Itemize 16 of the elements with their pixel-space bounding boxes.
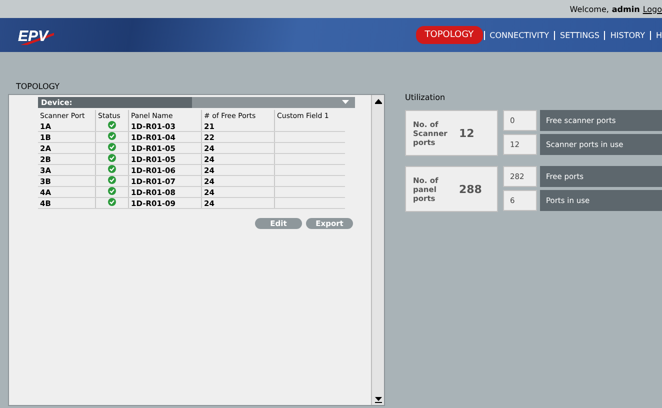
user-name: admin [612,4,640,14]
total-value: 12 [459,126,474,140]
nav-tab[interactable]: SETTINGS [556,28,604,42]
scroll-up-icon[interactable] [374,98,382,104]
scroll-down-icon[interactable] [374,396,382,402]
section-title: TOPOLOGY [16,82,60,93]
nav-tab[interactable]: H [652,28,662,42]
total-value: 288 [459,182,482,196]
welcome-text: Welcome, [570,4,609,14]
logout-link[interactable]: Logo [642,4,662,14]
dropdown-arrow-icon[interactable] [342,100,349,105]
utilization-title: Utilization [405,93,446,102]
nav-tab[interactable]: HISTORY [606,28,649,42]
logo: EPV [16,28,54,44]
nav-tab[interactable]: TOPOLOGY [416,26,483,44]
nav-tab[interactable]: CONNECTIVITY [486,28,554,42]
